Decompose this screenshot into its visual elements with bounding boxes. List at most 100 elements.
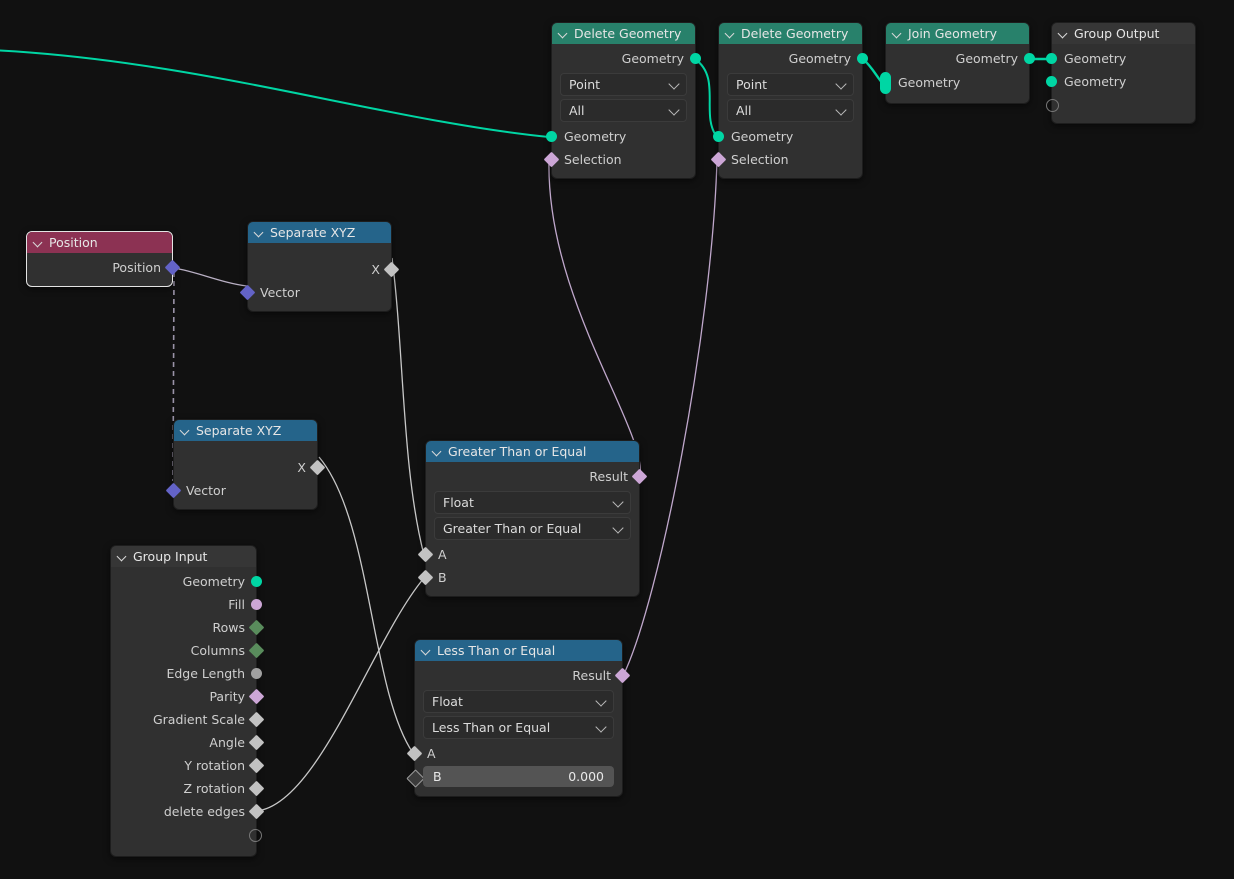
dropdown-domain[interactable]: Point: [727, 73, 854, 96]
socket-row-input-geometry[interactable]: Geometry: [713, 125, 862, 148]
node-header[interactable]: Group Input: [111, 546, 256, 567]
node-group-output[interactable]: Group Output Geometry Geometry: [1046, 22, 1196, 124]
value-field-b[interactable]: B 0.000: [423, 766, 614, 787]
socket-row-input-b[interactable]: B 0.000: [406, 766, 622, 789]
socket-a-input[interactable]: [417, 546, 434, 563]
dropdown-mode[interactable]: All: [727, 99, 854, 122]
socket-fill-output[interactable]: [251, 599, 262, 610]
chevron-down-icon[interactable]: [255, 228, 264, 237]
node-header[interactable]: Less Than or Equal: [415, 640, 622, 661]
socket-x-output[interactable]: [309, 459, 326, 476]
socket-row-output-result[interactable]: Result: [415, 664, 631, 687]
node-header[interactable]: Separate XYZ: [248, 222, 391, 243]
socket-geometry-output[interactable]: [690, 53, 701, 64]
socket-row-input-selection[interactable]: Selection: [710, 148, 862, 171]
socket-result-output[interactable]: [614, 667, 631, 684]
node-delete-geometry-2[interactable]: Delete Geometry Geometry Point All Geome…: [710, 22, 868, 179]
node-header[interactable]: Delete Geometry: [552, 23, 695, 44]
node-editor-canvas[interactable]: Delete Geometry Geometry Point All Geome…: [0, 0, 1234, 879]
socket-row-output-geometry[interactable]: Geometry: [886, 47, 1035, 70]
socket-position-output[interactable]: [164, 259, 181, 276]
socket-row-output-edge-length[interactable]: Edge Length: [111, 662, 262, 685]
socket-selection-input[interactable]: [543, 151, 560, 168]
chevron-down-icon[interactable]: [559, 29, 568, 38]
socket-geometry-input[interactable]: [1046, 53, 1057, 64]
socket-geometry-input[interactable]: [1046, 76, 1057, 87]
socket-row-output-geometry[interactable]: Geometry: [719, 47, 868, 70]
socket-geometry-input[interactable]: [713, 131, 724, 142]
socket-parity-output[interactable]: [248, 688, 265, 705]
socket-row-output-columns[interactable]: Columns: [111, 639, 265, 662]
socket-vector-input[interactable]: [165, 482, 182, 499]
socket-row-output-geometry[interactable]: Geometry: [111, 570, 262, 593]
socket-row-input-empty[interactable]: [1046, 93, 1195, 116]
socket-virtual-output[interactable]: [249, 829, 262, 842]
node-header[interactable]: Position: [27, 232, 172, 253]
socket-row-output-y-rotation[interactable]: Y rotation: [111, 754, 265, 777]
node-separate-xyz-1[interactable]: Separate XYZ X Vector: [239, 221, 400, 312]
dropdown-data-type[interactable]: Float: [423, 690, 614, 713]
socket-result-output[interactable]: [631, 468, 648, 485]
socket-geometry-output[interactable]: [857, 53, 868, 64]
chevron-down-icon[interactable]: [118, 552, 127, 561]
node-header[interactable]: Delete Geometry: [719, 23, 862, 44]
socket-row-input-geometry-2[interactable]: Geometry: [1046, 70, 1195, 93]
socket-row-output-geometry[interactable]: Geometry: [552, 47, 701, 70]
dropdown-operation[interactable]: Greater Than or Equal: [434, 517, 631, 540]
dropdown-data-type[interactable]: Float: [434, 491, 631, 514]
socket-row-input-vector[interactable]: Vector: [239, 281, 391, 304]
node-join-geometry[interactable]: Join Geometry Geometry Geometry: [880, 22, 1035, 104]
socket-row-output-fill[interactable]: Fill: [111, 593, 262, 616]
socket-row-output-empty[interactable]: [111, 823, 262, 846]
chevron-down-icon[interactable]: [726, 29, 735, 38]
socket-row-input-selection[interactable]: Selection: [543, 148, 695, 171]
socket-row-input-geometry-1[interactable]: Geometry: [1046, 47, 1195, 70]
dropdown-mode[interactable]: All: [560, 99, 687, 122]
socket-geometry-output[interactable]: [1024, 53, 1035, 64]
socket-row-output-angle[interactable]: Angle: [111, 731, 265, 754]
node-header[interactable]: Join Geometry: [886, 23, 1029, 44]
socket-geometry-output[interactable]: [251, 576, 262, 587]
socket-row-output-z-rotation[interactable]: Z rotation: [111, 777, 265, 800]
dropdown-operation[interactable]: Less Than or Equal: [423, 716, 614, 739]
socket-x-output[interactable]: [383, 261, 400, 278]
socket-row-output-delete-edges[interactable]: delete edges: [111, 800, 265, 823]
socket-edge-length-output[interactable]: [251, 668, 262, 679]
socket-row-input-geometry[interactable]: Geometry: [880, 70, 1029, 96]
socket-row-output-x[interactable]: X: [248, 258, 400, 281]
node-header[interactable]: Greater Than or Equal: [426, 441, 639, 462]
chevron-down-icon[interactable]: [1059, 29, 1068, 38]
socket-row-input-a[interactable]: A: [406, 742, 622, 765]
node-delete-geometry-1[interactable]: Delete Geometry Geometry Point All Geome…: [543, 22, 701, 179]
chevron-down-icon[interactable]: [422, 646, 431, 655]
socket-angle-output[interactable]: [248, 734, 265, 751]
node-position[interactable]: Position Position: [26, 231, 181, 287]
node-header[interactable]: Group Output: [1052, 23, 1195, 44]
dropdown-domain[interactable]: Point: [560, 73, 687, 96]
socket-y-rotation-output[interactable]: [248, 757, 265, 774]
socket-geometry-multi-input[interactable]: [880, 72, 891, 94]
socket-selection-input[interactable]: [710, 151, 727, 168]
socket-a-input[interactable]: [406, 745, 423, 762]
node-group-input[interactable]: Group Input Geometry Fill Rows Columns E…: [110, 545, 265, 857]
socket-rows-output[interactable]: [248, 619, 265, 636]
socket-row-output-result[interactable]: Result: [426, 465, 648, 488]
socket-row-input-geometry[interactable]: Geometry: [546, 125, 695, 148]
socket-row-output-rows[interactable]: Rows: [111, 616, 265, 639]
chevron-down-icon[interactable]: [433, 447, 442, 456]
socket-row-input-vector[interactable]: Vector: [165, 479, 317, 502]
node-separate-xyz-2[interactable]: Separate XYZ X Vector: [165, 419, 326, 510]
socket-row-output-parity[interactable]: Parity: [111, 685, 265, 708]
socket-virtual-input[interactable]: [1046, 99, 1059, 112]
socket-z-rotation-output[interactable]: [248, 780, 265, 797]
socket-vector-input[interactable]: [239, 284, 256, 301]
node-less-than-or-equal[interactable]: Less Than or Equal Result Float Less Tha…: [406, 639, 631, 797]
socket-b-input[interactable]: [417, 569, 434, 586]
socket-row-output-gradient-scale[interactable]: Gradient Scale: [111, 708, 265, 731]
chevron-down-icon[interactable]: [893, 29, 902, 38]
socket-row-output-x[interactable]: X: [174, 456, 326, 479]
chevron-down-icon[interactable]: [181, 426, 190, 435]
chevron-down-icon[interactable]: [34, 238, 43, 247]
node-greater-than-or-equal[interactable]: Greater Than or Equal Result Float Great…: [417, 440, 648, 597]
socket-delete-edges-output[interactable]: [248, 803, 265, 820]
